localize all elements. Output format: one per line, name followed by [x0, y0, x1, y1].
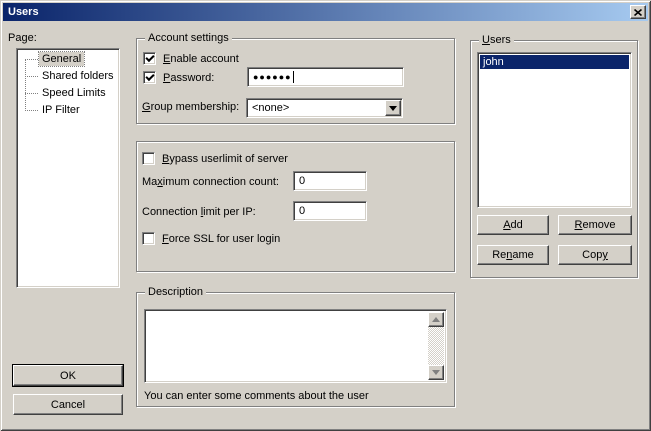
window-title: Users [8, 6, 39, 18]
description-title: Description [145, 286, 206, 299]
close-icon [634, 9, 642, 16]
account-settings-title: Account settings [145, 32, 232, 45]
tree-item-ip-filter[interactable]: IP Filter [39, 103, 83, 117]
list-item-john[interactable]: john [480, 55, 629, 69]
group-membership-select[interactable]: <none> [246, 98, 403, 118]
group-membership-label: Group membership: [142, 101, 239, 114]
arrow-up-icon [432, 317, 440, 322]
ok-button[interactable]: OK [13, 365, 123, 386]
close-button[interactable] [630, 5, 646, 19]
cancel-button[interactable]: Cancel [13, 394, 123, 415]
tree-connector-line [25, 59, 38, 60]
text-caret [293, 71, 294, 83]
tree-connector-line [25, 59, 26, 111]
connection-limit-per-ip-value: 0 [299, 205, 305, 217]
page-tree: General Shared folders Speed Limits IP F… [16, 48, 120, 288]
chevron-down-icon [389, 106, 397, 111]
users-dialog: Users Page: General Shared folders Speed… [0, 0, 651, 431]
password-label: Password: [163, 72, 214, 85]
combo-dropdown-button[interactable] [385, 100, 401, 116]
scroll-up-button[interactable] [428, 312, 444, 327]
add-button[interactable]: Add [477, 215, 549, 235]
enable-account-label: Enable account [163, 53, 239, 66]
description-textarea[interactable] [144, 309, 447, 383]
tree-item-general[interactable]: General [39, 52, 84, 66]
scroll-down-button[interactable] [428, 365, 444, 380]
copy-button[interactable]: Copy [558, 245, 632, 265]
page-label: Page: [8, 32, 37, 45]
connection-limit-per-ip-input[interactable]: 0 [293, 201, 367, 221]
tree-connector-line [25, 93, 38, 94]
users-group-title: Users [479, 34, 514, 47]
bypass-userlimit-label: Bypass userlimit of server [162, 153, 288, 166]
enable-account-checkbox[interactable] [143, 52, 156, 65]
remove-button[interactable]: Remove [558, 215, 632, 235]
password-input[interactable]: ●●●●●● [247, 67, 404, 87]
rename-button[interactable]: Rename [477, 245, 549, 265]
group-membership-value: <none> [252, 102, 289, 114]
tree-connector-line [25, 110, 38, 111]
password-value: ●●●●●● [253, 72, 292, 82]
tree-connector-line [25, 76, 38, 77]
title-bar[interactable]: Users [3, 3, 648, 21]
bypass-userlimit-checkbox[interactable] [142, 152, 155, 165]
max-connection-count-input[interactable]: 0 [293, 171, 367, 191]
max-connection-count-label: Maximum connection count: [142, 176, 279, 189]
description-scrollbar[interactable] [428, 312, 444, 380]
arrow-down-icon [432, 370, 440, 375]
tree-item-speed-limits[interactable]: Speed Limits [39, 86, 109, 100]
users-list[interactable]: john [477, 52, 632, 208]
password-checkbox[interactable] [143, 71, 156, 84]
max-connection-count-value: 0 [299, 175, 305, 187]
force-ssl-label: Force SSL for user login [162, 233, 280, 246]
connection-limit-per-ip-label: Connection limit per IP: [142, 206, 256, 219]
force-ssl-checkbox[interactable] [142, 232, 155, 245]
description-hint: You can enter some comments about the us… [144, 390, 369, 403]
tree-item-shared-folders[interactable]: Shared folders [39, 69, 117, 83]
